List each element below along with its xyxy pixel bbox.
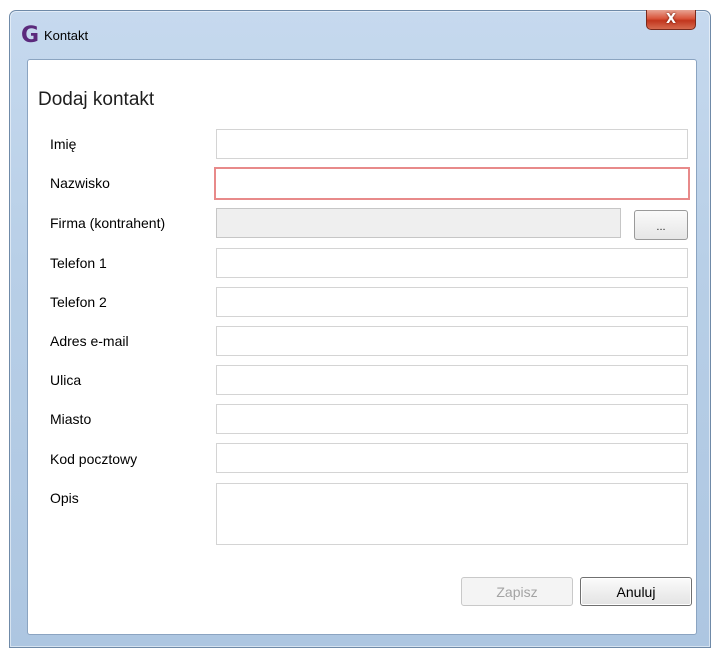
browse-company-button[interactable]: ...: [634, 210, 688, 240]
city-input[interactable]: [216, 404, 688, 434]
last-name-input[interactable]: [214, 167, 690, 200]
email-label: Adres e-mail: [50, 333, 129, 349]
company-label: Firma (kontrahent): [50, 215, 166, 231]
title-bar[interactable]: G Kontakt: [10, 11, 710, 61]
company-input[interactable]: [216, 208, 621, 238]
phone1-input[interactable]: [216, 248, 688, 278]
city-label: Miasto: [50, 411, 92, 427]
phone1-label: Telefon 1: [50, 255, 107, 271]
phone2-input[interactable]: [216, 287, 688, 317]
form-heading: Dodaj kontakt: [38, 89, 155, 110]
description-textarea[interactable]: [216, 483, 688, 545]
g-logo-icon: G: [21, 23, 40, 48]
postal-code-label: Kod pocztowy: [50, 451, 138, 467]
street-input[interactable]: [216, 365, 688, 395]
close-button[interactable]: X: [646, 10, 696, 30]
save-button[interactable]: Zapisz: [461, 577, 573, 606]
street-label: Ulica: [50, 372, 82, 388]
phone2-label: Telefon 2: [50, 294, 107, 310]
last-name-label: Nazwisko: [50, 175, 110, 191]
first-name-label: Imię: [50, 136, 77, 152]
close-icon: X: [665, 12, 677, 27]
email-input[interactable]: [216, 326, 688, 356]
cancel-button[interactable]: Anuluj: [580, 577, 692, 606]
description-label: Opis: [50, 490, 79, 506]
postal-code-input[interactable]: [216, 443, 688, 473]
window-title: Kontakt: [44, 28, 89, 43]
first-name-input[interactable]: [216, 129, 688, 159]
